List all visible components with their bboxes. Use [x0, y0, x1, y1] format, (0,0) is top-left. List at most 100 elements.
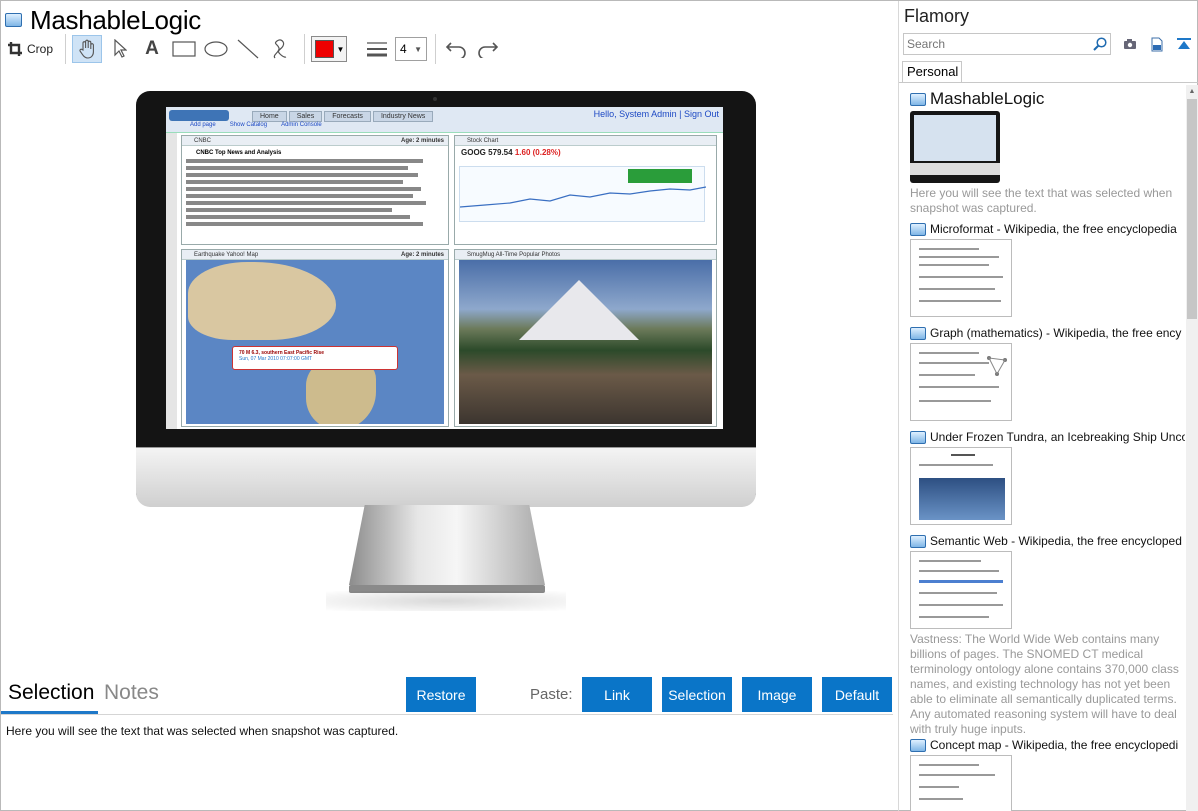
page-icon [910, 534, 926, 548]
list-item-thumbnail [910, 551, 1012, 629]
restore-button[interactable]: Restore [406, 677, 476, 712]
list-item-header: Under Frozen Tundra, an Icebreaking Ship… [910, 430, 1185, 444]
redo-button[interactable] [474, 35, 502, 63]
paste-default-button[interactable]: Default [822, 677, 892, 712]
page-icon[interactable] [1148, 35, 1166, 53]
list-item[interactable]: Concept map - Wikipedia, the free encycl… [910, 738, 1185, 811]
screen-tabs: Home Sales Forecasts Industry News [252, 111, 434, 122]
toolbar-divider [65, 34, 67, 64]
thumbnail-line [919, 248, 979, 250]
thumbnail-line [919, 264, 989, 266]
sidebar-toggle-icon[interactable] [1175, 35, 1193, 53]
map-panel-title: Earthquake Yahoo! Map [194, 252, 259, 258]
news-line [186, 159, 424, 163]
paste-link-button[interactable]: Link [582, 677, 652, 712]
map-panel-header: Earthquake Yahoo! Map Age: 2 minutes [182, 250, 448, 260]
screen-tab: Sales [288, 111, 323, 122]
thumbnail-line [919, 400, 991, 402]
cnbc-panel-header: CNBC Age: 2 minutes [182, 136, 448, 146]
list-scrollbar[interactable]: ▲ [1186, 85, 1198, 811]
undo-button[interactable] [442, 35, 470, 63]
thumbnail-line [919, 560, 981, 562]
line-width-value: 4 [400, 42, 407, 56]
search-input[interactable] [904, 37, 1090, 51]
screen-link: Add page [190, 122, 216, 128]
mountain-shape [519, 280, 639, 340]
toolbar-divider [435, 34, 437, 64]
list-item[interactable]: Microformat - Wikipedia, the free encycl… [910, 222, 1185, 317]
thumbnail-line [919, 464, 993, 466]
list-item-title: Microformat - Wikipedia, the free encycl… [930, 222, 1177, 236]
list-item[interactable]: Graph (mathematics) - Wikipedia, the fre… [910, 326, 1185, 421]
paste-image-button[interactable]: Image [742, 677, 812, 712]
thumbnail-line [919, 276, 1003, 278]
paste-label: Paste: [530, 686, 573, 703]
color-picker[interactable]: ▼ [311, 36, 348, 62]
selection-text[interactable]: Here you will see the text that was sele… [6, 724, 398, 738]
thumbnail-line [919, 352, 979, 354]
thumbnail-line [919, 580, 1003, 583]
thumbnail-line [919, 798, 963, 800]
map-panel-age: Age: 2 minutes [400, 252, 444, 258]
list-item-title: MashableLogic [930, 89, 1045, 108]
graph-diagram-icon [987, 356, 1007, 376]
text-tool-button[interactable]: A [138, 35, 166, 63]
chevron-down-icon: ▼ [336, 44, 345, 54]
thumbnail-line [919, 774, 995, 776]
list-item-thumbnail [910, 755, 1012, 811]
list-item[interactable]: MashableLogic Here you will see the text… [910, 89, 1185, 216]
page-icon [5, 13, 22, 27]
line-width-button[interactable] [363, 35, 391, 63]
notes-tabs-bar: Selection Notes Restore Paste: Link Sele… [1, 677, 893, 715]
news-line [186, 166, 408, 170]
snapshot-title-row: MashableLogic [5, 5, 201, 35]
crop-icon [8, 42, 22, 56]
tab-personal[interactable]: Personal [902, 61, 962, 83]
crop-button[interactable]: Crop [5, 35, 55, 63]
list-item[interactable]: Semantic Web - Wikipedia, the free encyc… [910, 534, 1185, 737]
screen-logo [169, 110, 229, 121]
tab-selection[interactable]: Selection [8, 681, 94, 705]
sidebar-title: Flamory [904, 6, 970, 26]
stock-change: 1.60 (0.28%) [514, 148, 561, 157]
earthquake-map: 70 M 6.3, southern East Pacific Rise Sun… [186, 260, 444, 424]
freehand-tool-button[interactable] [266, 35, 294, 63]
pointer-icon [114, 39, 128, 58]
rectangle-tool-button[interactable] [170, 35, 198, 63]
flamory-sidebar: Flamory Personal MashableLogic [898, 1, 1198, 811]
search-icon[interactable] [1090, 34, 1110, 54]
line-width-select[interactable]: 4 ▼ [395, 37, 428, 61]
paste-selection-button[interactable]: Selection [662, 677, 732, 712]
stock-panel: Stock Chart GOOG 579.54 1.60 (0.28%) [454, 135, 717, 245]
screen-tab: Home [252, 111, 287, 122]
map-land [188, 262, 336, 340]
list-item[interactable]: Under Frozen Tundra, an Icebreaking Ship… [910, 430, 1185, 525]
list-item-thumbnail [910, 111, 1000, 183]
line-tool-button[interactable] [234, 35, 262, 63]
thumbnail-line [919, 570, 999, 572]
thumbnail-line [919, 362, 989, 364]
news-line [186, 208, 393, 212]
scroll-thumb[interactable] [1187, 99, 1197, 319]
scroll-up-icon[interactable]: ▲ [1186, 85, 1198, 99]
thumbnail-line [919, 374, 975, 376]
screen-sidebar [166, 133, 177, 429]
list-item-thumbnail [910, 343, 1012, 421]
monitor-chin [136, 447, 756, 507]
thumbnail-chin [910, 163, 1000, 175]
snapshot-image[interactable]: Home Sales Forecasts Industry News Hello… [136, 91, 756, 621]
landscape-photo [459, 260, 712, 424]
thumbnail-line [919, 616, 989, 618]
ellipse-tool-button[interactable] [202, 35, 230, 63]
page-icon [910, 92, 926, 106]
list-item-title: Graph (mathematics) - Wikipedia, the fre… [930, 326, 1182, 340]
map-panel: Earthquake Yahoo! Map Age: 2 minutes 70 … [181, 249, 449, 427]
stock-chart-line [459, 169, 707, 208]
hand-tool-button[interactable] [72, 35, 103, 63]
select-tool-button[interactable] [106, 35, 134, 63]
thumbnail-line [919, 288, 995, 290]
camera-icon[interactable] [1121, 35, 1139, 53]
tab-notes[interactable]: Notes [104, 681, 159, 705]
thumbnail-line [919, 604, 1003, 606]
